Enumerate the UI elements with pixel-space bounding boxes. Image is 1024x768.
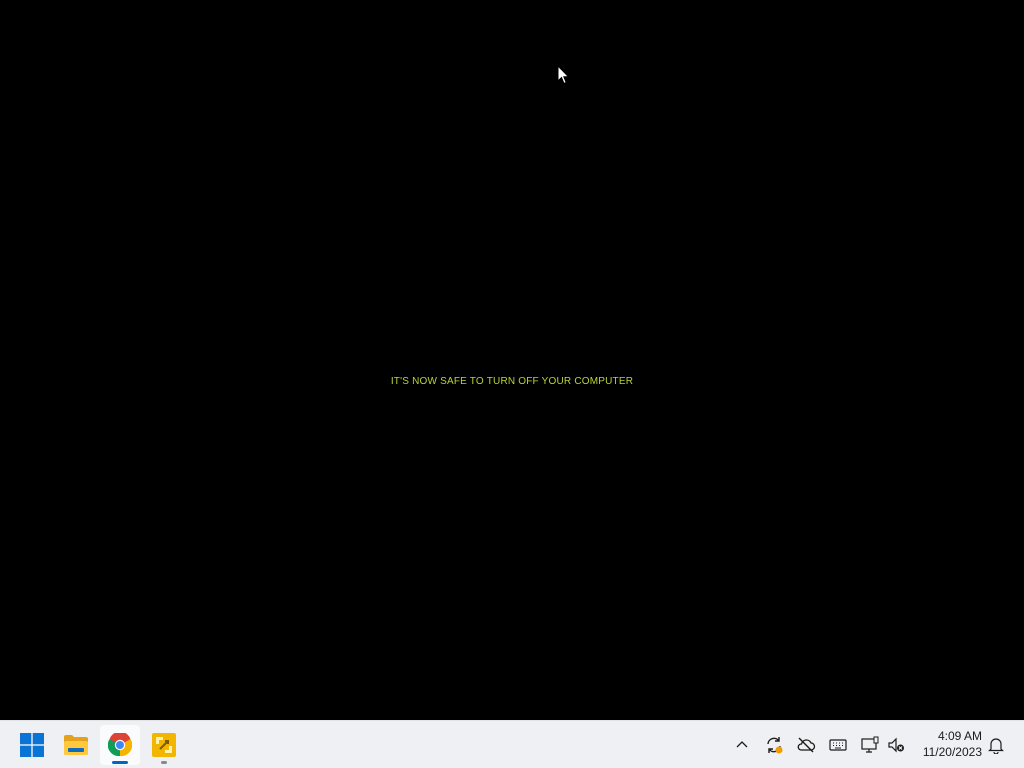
- file-explorer-button[interactable]: [56, 725, 96, 765]
- clock-date: 11/20/2023: [922, 745, 982, 759]
- volume-tray-button[interactable]: [884, 733, 908, 757]
- yellow-app-button[interactable]: [144, 725, 184, 765]
- bell-icon: [988, 738, 1004, 754]
- network-tray-button[interactable]: [858, 733, 882, 757]
- app-yellow-icon: [152, 733, 176, 757]
- sync-icon: [767, 737, 783, 754]
- taskbar: 4:09 AM 11/20/2023: [0, 720, 1024, 768]
- clock-time: 4:09 AM: [937, 729, 982, 743]
- active-indicator: [112, 761, 128, 764]
- chevron-up-icon: [736, 741, 748, 748]
- file-explorer-icon: [64, 735, 88, 755]
- shutdown-message: IT'S NOW SAFE TO TURN OFF YOUR COMPUTER: [390, 376, 634, 387]
- chrome-icon: [108, 733, 132, 757]
- show-hidden-icons-button[interactable]: [730, 733, 754, 757]
- cloud-off-icon: [797, 737, 816, 753]
- keyboard-icon: [829, 739, 847, 751]
- clock-button[interactable]: 4:09 AM 11/20/2023: [923, 728, 982, 760]
- mouse-cursor-icon: [557, 65, 570, 85]
- start-button[interactable]: [12, 725, 52, 765]
- windows-start-icon: [20, 733, 44, 757]
- speaker-muted-icon: [888, 737, 904, 753]
- keyboard-tray-button[interactable]: [826, 733, 850, 757]
- display-icon: [861, 736, 879, 753]
- desktop: IT'S NOW SAFE TO TURN OFF YOUR COMPUTER: [0, 0, 1024, 720]
- chrome-taskbar-button[interactable]: [100, 725, 140, 765]
- onedrive-tray-button[interactable]: [794, 733, 818, 757]
- notifications-button[interactable]: [984, 733, 1008, 757]
- running-indicator: [161, 761, 167, 764]
- sync-tray-button[interactable]: [762, 733, 786, 757]
